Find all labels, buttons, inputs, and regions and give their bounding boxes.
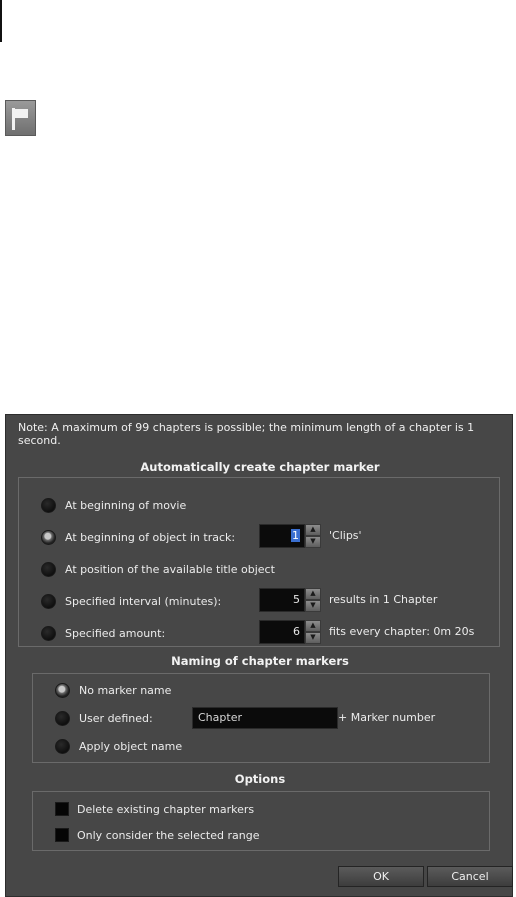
radio-position-title-object[interactable]: At position of the available title objec…	[41, 560, 275, 578]
options-section-title: Options	[234, 772, 286, 786]
interval-stepper[interactable]: 5 ▲ ▼	[259, 588, 321, 612]
arrow-down-icon[interactable]: ▼	[305, 536, 321, 548]
radio-label: Specified amount:	[65, 626, 166, 640]
radio-label: No marker name	[79, 683, 172, 697]
cancel-button[interactable]: Cancel	[427, 866, 513, 887]
checkbox-selected-range[interactable]: Only consider the selected range	[55, 826, 259, 844]
radio-specified-amount[interactable]: Specified amount:	[41, 624, 165, 642]
checkbox-label: Only consider the selected range	[77, 828, 260, 842]
options-group: Delete existing chapter markers Only con…	[32, 791, 490, 851]
track-number-input[interactable]: 1	[259, 524, 305, 548]
arrow-down-icon[interactable]: ▼	[305, 632, 321, 644]
radio-label: At beginning of movie	[65, 498, 187, 512]
user-defined-name-input[interactable]: Chapter	[192, 707, 338, 729]
checkbox[interactable]	[55, 802, 69, 816]
arrow-up-icon[interactable]: ▲	[305, 588, 321, 600]
flag-icon	[12, 108, 28, 130]
track-number-stepper[interactable]: 1 ▲ ▼	[259, 524, 321, 548]
checkbox-delete-existing[interactable]: Delete existing chapter markers	[55, 800, 254, 818]
radio-button[interactable]	[55, 710, 70, 726]
radio-label: At position of the available title objec…	[65, 562, 275, 576]
radio-button-checked[interactable]	[55, 682, 70, 698]
radio-user-defined[interactable]: User defined:	[55, 709, 153, 727]
radio-label: Apply object name	[79, 739, 183, 753]
edge-line	[0, 0, 2, 42]
interval-input[interactable]: 5	[259, 588, 305, 612]
radio-beginning-of-object[interactable]: At beginning of object in track:	[41, 528, 235, 546]
interval-result: results in 1 Chapter	[329, 593, 438, 606]
radio-label: At beginning of object in track:	[65, 530, 236, 544]
radio-no-marker-name[interactable]: No marker name	[55, 681, 171, 699]
amount-stepper[interactable]: 6 ▲ ▼	[259, 620, 321, 644]
radio-button[interactable]	[41, 561, 56, 577]
amount-input[interactable]: 6	[259, 620, 305, 644]
naming-section-title: Naming of chapter markers	[171, 654, 349, 668]
radio-button[interactable]	[41, 497, 56, 513]
radio-specified-interval[interactable]: Specified interval (minutes):	[41, 592, 221, 610]
stepper-arrows[interactable]: ▲ ▼	[305, 620, 321, 644]
naming-group: No marker name User defined: Apply objec…	[32, 673, 490, 763]
radio-apply-object-name[interactable]: Apply object name	[55, 737, 182, 755]
stepper-arrows[interactable]: ▲ ▼	[305, 524, 321, 548]
chapter-marker-flag-button[interactable]	[5, 100, 36, 136]
stepper-arrows[interactable]: ▲ ▼	[305, 588, 321, 612]
auto-section-title: Automatically create chapter marker	[140, 460, 380, 474]
amount-result: fits every chapter: 0m 20s	[329, 625, 475, 638]
arrow-up-icon[interactable]: ▲	[305, 620, 321, 632]
ok-button[interactable]: OK	[338, 866, 424, 887]
arrow-down-icon[interactable]: ▼	[305, 600, 321, 612]
radio-button[interactable]	[41, 593, 56, 609]
radio-button[interactable]	[55, 738, 70, 754]
note-text: Note: A maximum of 99 chapters is possib…	[18, 421, 475, 447]
auto-options-group: At beginning of movie At beginning of ob…	[18, 477, 500, 647]
marker-number-suffix: + Marker number	[338, 711, 436, 724]
chapter-marker-dialog: Note: A maximum of 99 chapters is possib…	[5, 414, 513, 897]
radio-button[interactable]	[41, 625, 56, 641]
checkbox[interactable]	[55, 828, 69, 842]
radio-label: Specified interval (minutes):	[65, 594, 222, 608]
radio-label: User defined:	[79, 711, 153, 725]
track-suffix: 'Clips'	[329, 529, 362, 542]
radio-button-checked[interactable]	[41, 529, 56, 545]
checkbox-label: Delete existing chapter markers	[77, 802, 255, 816]
arrow-up-icon[interactable]: ▲	[305, 524, 321, 536]
radio-beginning-of-movie[interactable]: At beginning of movie	[41, 496, 186, 514]
